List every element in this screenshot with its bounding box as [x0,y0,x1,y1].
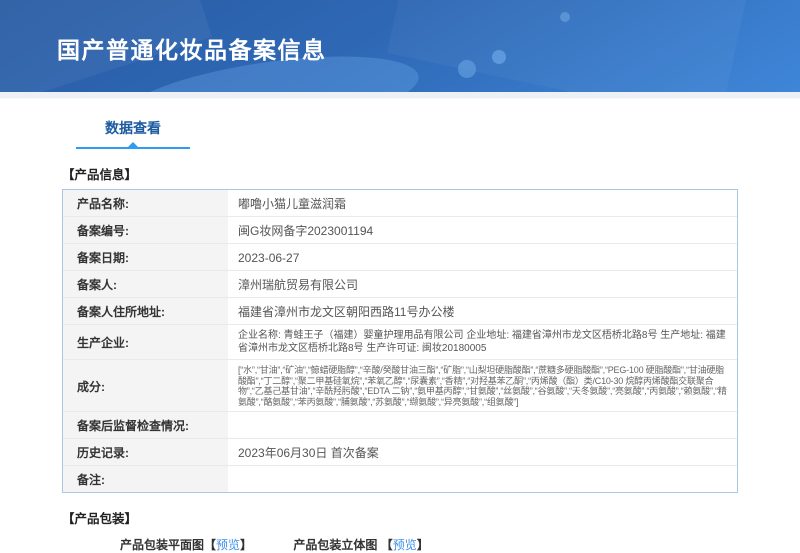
bracket: 】 [417,538,429,552]
tab-bar: 数据查看 [62,99,738,149]
tab-data-view[interactable]: 数据查看 [76,118,190,149]
row-value: [“水”,“甘油”,“矿油”,“鲸蜡硬脂醇”,“辛酸/癸酸甘油三酯”,“矿脂”,… [228,360,737,411]
packaging-items: 产品包装平面图【预览】 产品包装立体图 【预览】 [120,536,738,553]
main-content: 数据查看 【产品信息】 产品名称: 嘟噜小猫儿童滋润霜 备案编号: 闽G妆网备字… [62,99,738,553]
row-label: 备案编号: [63,217,228,243]
row-value: 闽G妆网备字2023001194 [228,217,737,243]
row-label: 备案人住所地址: [63,298,228,324]
row-label: 生产企业: [63,325,228,359]
bracket: 【 [381,538,393,552]
table-row-registration-number: 备案编号: 闽G妆网备字2023001194 [63,217,737,244]
row-value: 福建省漳州市龙文区朝阳西路11号办公楼 [228,298,737,324]
table-row-product-name: 产品名称: 嘟噜小猫儿童滋润霜 [63,190,737,217]
section-packaging: 【产品包装】 产品包装平面图【预览】 产品包装立体图 【预览】 [62,508,738,553]
row-value [228,412,737,438]
product-info-table: 产品名称: 嘟噜小猫儿童滋润霜 备案编号: 闽G妆网备字2023001194 备… [62,189,738,493]
row-label: 备注: [63,466,228,492]
packaging-flat-preview-link[interactable]: 预览 [216,538,240,552]
packaging-3d-preview-link[interactable]: 预览 [393,538,417,552]
bracket: 】 [240,538,252,552]
row-value [228,466,737,492]
packaging-item-flat: 产品包装平面图【预览】 [120,536,252,553]
row-value: 2023-06-27 [228,244,737,270]
tab-data-view-label: 数据查看 [105,120,161,136]
packaging-flat-label: 产品包装平面图 [120,538,204,552]
row-label: 备案后监督检查情况: [63,412,228,438]
row-label: 历史记录: [63,439,228,465]
page-title: 国产普通化妆品备案信息 [0,0,800,65]
section-title-packaging: 【产品包装】 [62,508,738,527]
row-label: 产品名称: [63,190,228,216]
row-label: 成分: [63,360,228,411]
packaging-item-3d: 产品包装立体图 【预览】 [293,536,428,553]
tab-active-indicator-triangle [128,142,138,147]
table-row-remarks: 备注: [63,466,737,492]
row-value: 漳州瑞航贸易有限公司 [228,271,737,297]
table-row-ingredients: 成分: [“水”,“甘油”,“矿油”,“鲸蜡硬脂醇”,“辛酸/癸酸甘油三酯”,“… [63,360,737,412]
table-row-manufacturer: 生产企业: 企业名称: 青蛙王子（福建）婴童护理用品有限公司 企业地址: 福建省… [63,325,737,360]
bracket: 【 [204,538,216,552]
row-label: 备案人: [63,271,228,297]
table-row-registrant: 备案人: 漳州瑞航贸易有限公司 [63,271,737,298]
row-value: 嘟噜小猫儿童滋润霜 [228,190,737,216]
table-row-registrant-address: 备案人住所地址: 福建省漳州市龙文区朝阳西路11号办公楼 [63,298,737,325]
packaging-3d-label: 产品包装立体图 [293,538,380,552]
row-value: 企业名称: 青蛙王子（福建）婴童护理用品有限公司 企业地址: 福建省漳州市龙文区… [228,325,737,359]
table-row-registration-date: 备案日期: 2023-06-27 [63,244,737,271]
header-divider-strip [0,92,800,99]
table-row-history: 历史记录: 2023年06月30日 首次备案 [63,439,737,466]
row-label: 备案日期: [63,244,228,270]
page-header-banner: 国产普通化妆品备案信息 [0,0,800,92]
section-title-product-info: 【产品信息】 [62,164,738,183]
table-row-supervision-check: 备案后监督检查情况: [63,412,737,439]
row-value: 2023年06月30日 首次备案 [228,439,737,465]
